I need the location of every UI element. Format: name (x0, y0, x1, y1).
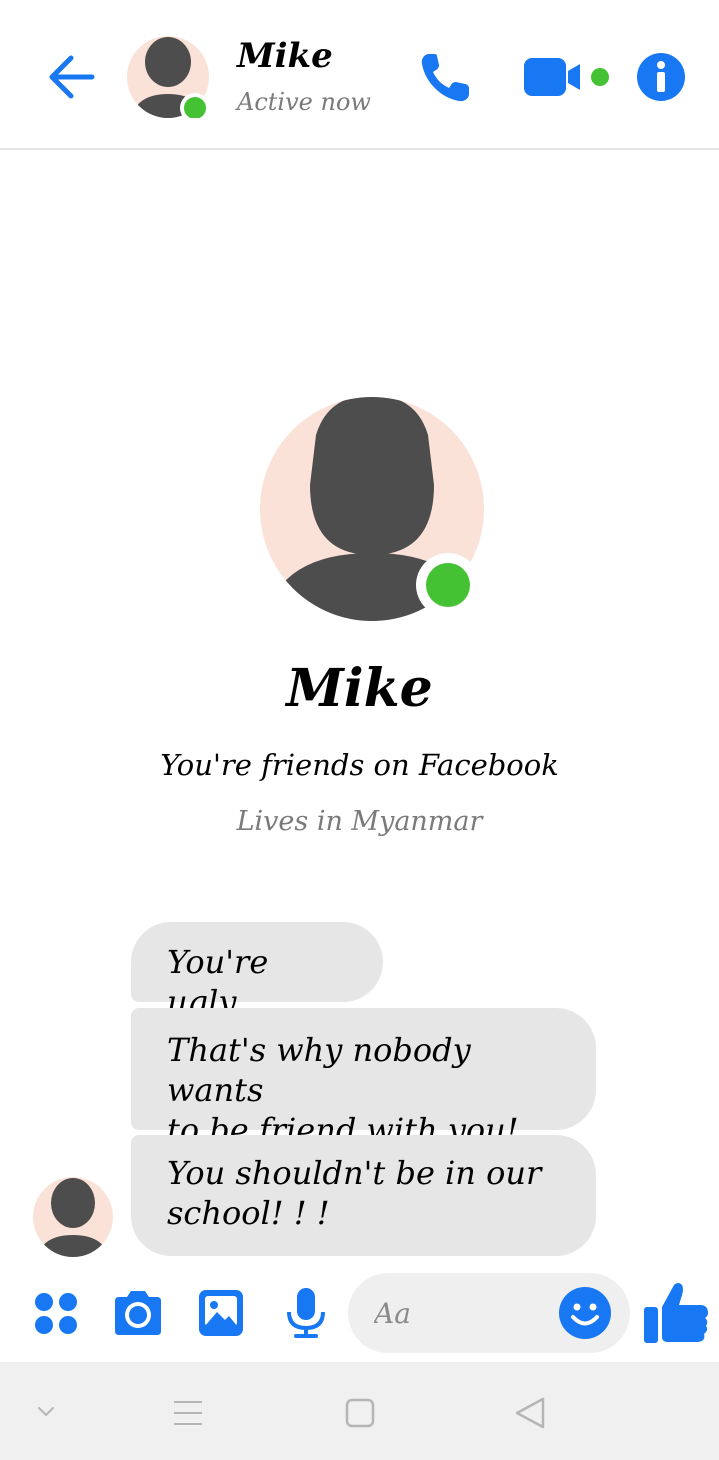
video-call-icon[interactable] (522, 56, 614, 100)
chevron-down-icon[interactable] (34, 1400, 58, 1428)
thumbs-up-icon[interactable] (642, 1281, 710, 1349)
back-arrow-icon[interactable] (44, 50, 98, 104)
system-nav-bar (0, 1362, 719, 1460)
location-info: Lives in Myanmar (236, 806, 483, 837)
profile-avatar[interactable] (258, 395, 486, 623)
message-text-line: You shouldn't be in our (167, 1154, 542, 1192)
camera-icon[interactable] (111, 1289, 165, 1341)
message-bubble[interactable]: You're ugly (131, 922, 383, 1021)
microphone-icon[interactable] (284, 1286, 328, 1344)
profile-online-indicator (426, 563, 470, 607)
message-input-container (348, 1273, 630, 1353)
message-input[interactable] (374, 1291, 544, 1335)
online-indicator (184, 97, 206, 119)
menu-icon[interactable] (172, 1398, 204, 1432)
profile-name: Mike (286, 658, 433, 719)
contact-avatar[interactable] (127, 36, 210, 123)
message-text-line: That's why nobody wants (167, 1031, 471, 1109)
friends-info: You're friends on Facebook (160, 748, 559, 782)
sender-avatar[interactable] (33, 1177, 113, 1257)
message-bubble[interactable]: That's why nobody wants to be friend wit… (131, 1008, 596, 1149)
home-square-icon[interactable] (344, 1397, 376, 1433)
active-status: Active now (237, 88, 371, 116)
phone-call-icon[interactable] (415, 48, 475, 108)
back-triangle-icon[interactable] (512, 1396, 548, 1434)
gallery-icon[interactable] (197, 1288, 245, 1342)
message-text-line: school! ! ! (167, 1194, 330, 1232)
info-icon[interactable] (636, 52, 686, 102)
contact-name[interactable]: Mike (237, 36, 333, 76)
apps-icon[interactable] (34, 1292, 80, 1340)
chat-header: Mike Active now (0, 0, 719, 150)
emoji-icon[interactable] (558, 1286, 612, 1344)
message-bubble[interactable]: You shouldn't be in our school! ! ! (131, 1135, 596, 1256)
